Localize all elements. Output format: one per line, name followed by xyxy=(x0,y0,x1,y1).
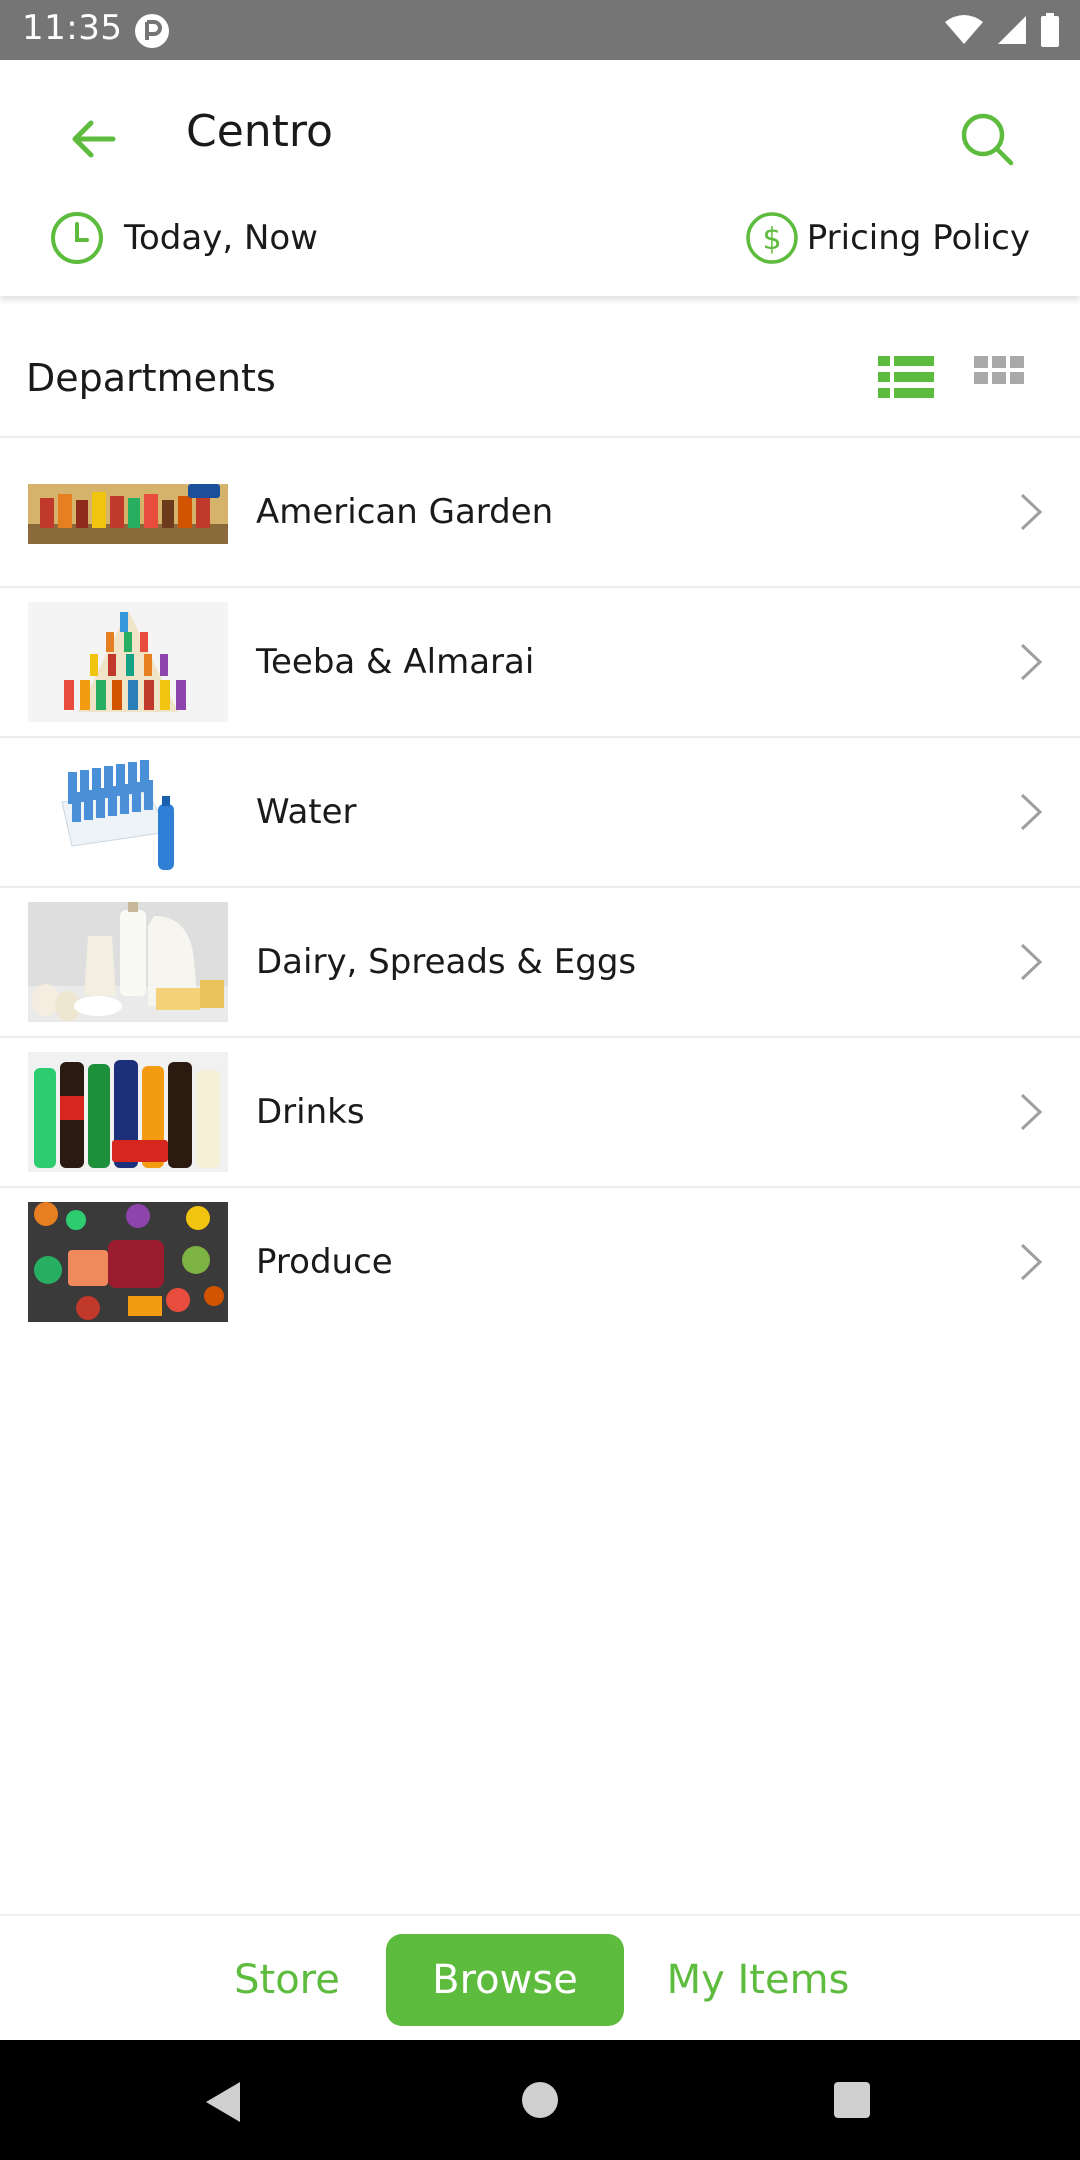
status-indicators xyxy=(944,10,1060,50)
department-thumbnail xyxy=(28,1052,228,1172)
chevron-right-icon xyxy=(1020,943,1043,981)
chevron-right-icon xyxy=(1020,793,1043,831)
pricing-policy-link[interactable]: $ Pricing Policy xyxy=(745,208,1030,268)
department-row[interactable]: Water xyxy=(0,738,1080,888)
department-thumbnail xyxy=(28,752,228,872)
list-view-icon[interactable] xyxy=(878,352,934,402)
system-navigation-bar xyxy=(0,2040,1080,2160)
signal-icon xyxy=(998,16,1026,44)
pricing-policy-label: Pricing Policy xyxy=(806,218,1030,258)
delivery-time-selector[interactable]: Today, Now xyxy=(50,208,318,268)
chevron-right-icon xyxy=(1020,643,1043,681)
chevron-right-icon xyxy=(1020,1243,1043,1281)
app-notification-icon xyxy=(135,14,169,48)
department-row[interactable]: Produce xyxy=(0,1188,1080,1336)
svg-text:$: $ xyxy=(762,222,781,257)
search-icon xyxy=(961,113,1014,166)
chevron-right-icon xyxy=(1020,1093,1043,1131)
department-row[interactable]: Dairy, Spreads & Eggs xyxy=(0,888,1080,1038)
top-app-bar: Centro Today, Now $ Pricing Policy xyxy=(0,60,1080,296)
department-row[interactable]: American Garden xyxy=(0,438,1080,588)
dollar-circle-icon: $ xyxy=(746,212,798,264)
department-label: Water xyxy=(256,792,357,832)
department-label: American Garden xyxy=(256,492,554,532)
page-title: Centro xyxy=(186,106,333,157)
tab-store[interactable]: Store xyxy=(220,1934,354,2026)
battery-icon xyxy=(1041,13,1059,47)
department-label: Drinks xyxy=(256,1092,365,1132)
delivery-time-label: Today, Now xyxy=(124,218,318,258)
departments-header: Departments xyxy=(0,318,1080,438)
section-title: Departments xyxy=(26,356,276,400)
system-home-icon[interactable] xyxy=(522,2082,558,2118)
chevron-right-icon xyxy=(1020,493,1043,531)
status-bar: 11:35 xyxy=(0,0,1080,60)
department-thumbnail xyxy=(28,602,228,722)
tab-my-items[interactable]: My Items xyxy=(656,1934,860,2026)
clock-icon xyxy=(51,212,103,264)
search-button[interactable] xyxy=(950,102,1024,176)
arrow-left-icon xyxy=(72,120,116,158)
department-label: Teeba & Almarai xyxy=(256,642,535,682)
bottom-navigation: Store Browse My Items xyxy=(0,1914,1080,2042)
department-thumbnail xyxy=(28,902,228,1022)
back-button[interactable] xyxy=(58,104,128,174)
department-list: American Garden Teeba & Almarai Water Da… xyxy=(0,438,1080,1336)
system-recents-icon[interactable] xyxy=(834,2082,870,2118)
status-time: 11:35 xyxy=(22,8,123,48)
department-label: Produce xyxy=(256,1242,393,1282)
system-back-icon[interactable] xyxy=(204,2080,244,2124)
department-row[interactable]: Drinks xyxy=(0,1038,1080,1188)
grid-view-icon[interactable] xyxy=(972,352,1028,402)
wifi-icon xyxy=(945,15,983,44)
department-thumbnail xyxy=(28,452,228,572)
tab-browse[interactable]: Browse xyxy=(386,1934,624,2026)
department-label: Dairy, Spreads & Eggs xyxy=(256,942,637,982)
department-row[interactable]: Teeba & Almarai xyxy=(0,588,1080,738)
department-thumbnail xyxy=(28,1202,228,1322)
